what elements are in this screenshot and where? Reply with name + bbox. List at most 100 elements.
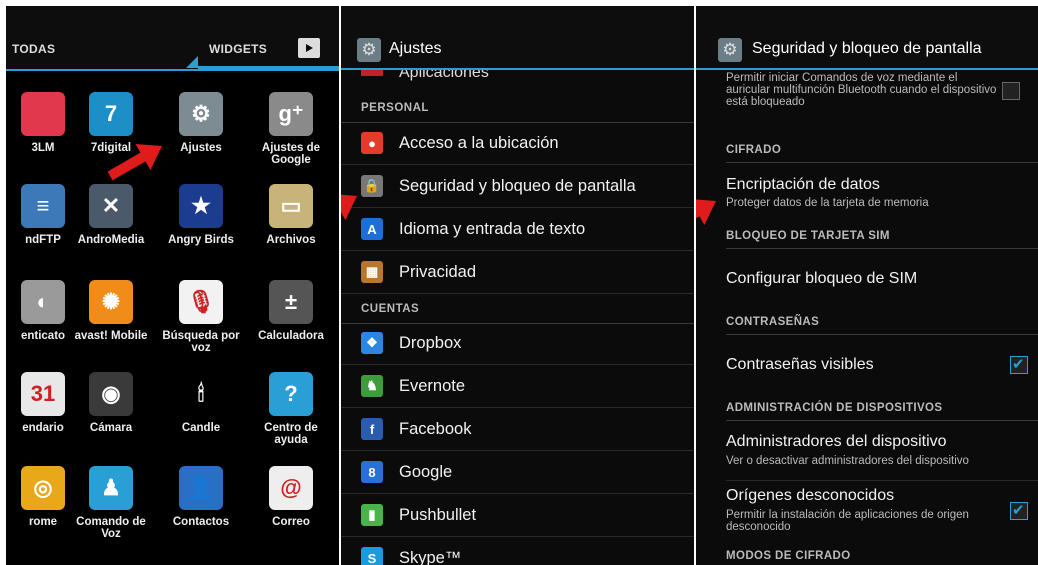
- settings-item-label: Seguridad y bloqueo de pantalla: [399, 176, 636, 195]
- security-screen: ⚙ Seguridad y bloqueo de pantalla Permit…: [696, 6, 1038, 565]
- help-icon: ?: [269, 372, 313, 416]
- app-archive-box[interactable]: ▭ Archivos: [246, 184, 336, 246]
- calculator-icon: ±: [269, 280, 313, 324]
- calendar-icon: 31: [21, 372, 65, 416]
- app-angry-birds[interactable]: ★ Angry Birds: [156, 184, 246, 246]
- voice-command-lock-setting[interactable]: Permitir iniciar Comandos de voz mediant…: [726, 72, 998, 108]
- app-avast[interactable]: ✺ avast! Mobile: [66, 280, 156, 342]
- candle-icon: 🕯: [179, 372, 223, 416]
- play-store-icon[interactable]: [298, 38, 320, 58]
- settings-item-skype[interactable]: S Skype™: [341, 537, 694, 565]
- app-label: Contactos: [172, 516, 230, 528]
- angry-birds-icon: ★: [179, 184, 223, 228]
- settings-item-language[interactable]: A Idioma y entrada de texto: [341, 208, 694, 251]
- visible-passwords-setting[interactable]: Contraseñas visibles: [726, 356, 1028, 374]
- pushbullet-icon: ▮: [361, 504, 383, 526]
- encrypt-data-setting[interactable]: Encriptación de datos Proteger datos de …: [726, 176, 1028, 209]
- seven-digital-icon: 7: [89, 92, 133, 136]
- app-camera[interactable]: ◉ Cámara: [66, 372, 156, 434]
- accounts-list: ❖ Dropbox ♞ Evernote f Facebook 8 Google ▮ Pushbu…: [341, 322, 694, 565]
- section-device-admin: ADMINISTRACIÓN DE DISPOSITIVOS: [726, 402, 1038, 421]
- visible-passwords-title: Contraseñas visibles: [726, 356, 874, 373]
- archive-box-icon: ▭: [269, 184, 313, 228]
- app-andromedia[interactable]: ✕ AndroMedia: [66, 184, 156, 246]
- evernote-icon: ♞: [361, 375, 383, 397]
- unknown-sources-setting[interactable]: Orígenes desconocidos Permitir la instal…: [726, 487, 988, 533]
- lock-icon: 🔒: [361, 175, 383, 197]
- ftp-icon: ≡: [21, 184, 65, 228]
- mail-icon: @: [269, 466, 313, 510]
- app-voice-command[interactable]: ♟ Comando de Voz: [66, 466, 156, 540]
- authenticator-icon: ◐: [21, 280, 65, 324]
- app-label: Angry Birds: [168, 234, 234, 246]
- settings-item-lock[interactable]: 🔒 Seguridad y bloqueo de pantalla: [341, 165, 694, 208]
- device-admins-setting[interactable]: Administradores del dispositivo Ver o de…: [726, 433, 1038, 467]
- skype-icon: S: [361, 547, 383, 565]
- app-mail[interactable]: @ Correo: [246, 466, 336, 528]
- app-google-settings[interactable]: g⁺ Ajustes de Google: [246, 92, 336, 166]
- settings-item-label: Google: [399, 462, 453, 481]
- voice-command-desc: Permitir iniciar Comandos de voz mediant…: [726, 72, 997, 108]
- settings-item-label: Skype™: [399, 548, 462, 565]
- sim-lock-setting[interactable]: Configurar bloqueo de SIM: [726, 270, 1028, 288]
- app-settings-gear[interactable]: ⚙ Ajustes: [156, 92, 246, 154]
- settings-gear-icon: ⚙: [718, 38, 742, 62]
- tab-todas[interactable]: TODAS: [12, 42, 55, 56]
- visible-passwords-checkbox[interactable]: [1010, 355, 1028, 374]
- section-personal: PERSONAL: [341, 102, 694, 123]
- camera-icon: ◉: [89, 372, 133, 416]
- settings-item-privacy[interactable]: ▦ Privacidad: [341, 251, 694, 294]
- app-label: Archivos: [266, 234, 316, 246]
- settings-item-label: Idioma y entrada de texto: [399, 219, 586, 238]
- google-icon: 8: [361, 461, 383, 483]
- unknown-sources-checkbox[interactable]: [1010, 501, 1028, 520]
- app-help[interactable]: ? Centro de ayuda: [246, 372, 336, 446]
- personal-list: ● Acceso a la ubicación 🔒 Seguridad y bloqu…: [341, 122, 694, 294]
- tab-underline: [198, 66, 339, 70]
- privacy-icon: ▦: [361, 261, 383, 283]
- voice-search-icon: 🎙: [179, 280, 223, 324]
- settings-item-evernote[interactable]: ♞ Evernote: [341, 365, 694, 408]
- settings-item-label: Privacidad: [399, 262, 477, 281]
- settings-item-google[interactable]: 8 Google: [341, 451, 694, 494]
- section-cuentas: CUENTAS: [341, 303, 694, 324]
- settings-item-label: Evernote: [399, 376, 466, 395]
- app-calculator[interactable]: ± Calculadora: [246, 280, 336, 342]
- app-voice-search[interactable]: 🎙 Búsqueda por voz: [156, 280, 246, 354]
- flower-icon: [21, 92, 65, 136]
- encrypt-subtitle: Proteger datos de la tarjeta de memoria: [726, 197, 929, 209]
- settings-item-location[interactable]: ● Acceso a la ubicación: [341, 122, 694, 165]
- sim-lock-title: Configurar bloqueo de SIM: [726, 270, 918, 287]
- settings-item-label: Acceso a la ubicación: [399, 133, 559, 152]
- voice-command-checkbox[interactable]: [1002, 82, 1020, 100]
- contacts-icon: 👤: [179, 466, 223, 510]
- security-title: Seguridad y bloqueo de pantalla: [752, 40, 982, 57]
- settings-item-label: Pushbullet: [399, 505, 477, 524]
- partial-item-aplicaciones[interactable]: Aplicaciones: [341, 70, 694, 84]
- location-icon: ●: [361, 132, 383, 154]
- settings-screen: ⚙ Ajustes Aplicaciones PERSONAL ● Acceso …: [341, 6, 694, 565]
- device-admins-subtitle: Ver o desactivar administradores del dis…: [726, 455, 969, 467]
- app-drawer-tabbar: TODAS WIDGETS: [6, 6, 339, 71]
- avast-icon: ✺: [89, 280, 133, 324]
- settings-item-pushbullet[interactable]: ▮ Pushbullet: [341, 494, 694, 537]
- unknown-sources-title: Orígenes desconocidos: [726, 487, 895, 504]
- settings-item-dropbox[interactable]: ❖ Dropbox: [341, 322, 694, 365]
- settings-gear-icon: ⚙: [179, 92, 223, 136]
- section-sim: BLOQUEO DE TARJETA SIM: [726, 230, 1038, 249]
- encrypt-title: Encriptación de datos: [726, 176, 880, 193]
- google-settings-icon: g⁺: [269, 92, 313, 136]
- partial-item-label: Aplicaciones: [399, 70, 489, 81]
- settings-title: Ajustes: [389, 40, 442, 57]
- app-contacts[interactable]: 👤 Contactos: [156, 466, 246, 528]
- app-grid: 3LM 7 7digital ⚙ Ajustes g⁺ Ajustes de Google ≡…: [6, 72, 339, 565]
- app-label: Búsqueda por voz: [162, 330, 240, 354]
- red-arrow-icon: [696, 188, 723, 244]
- app-candle[interactable]: 🕯 Candle: [156, 372, 246, 434]
- tab-indicator: [186, 56, 198, 68]
- facebook-icon: f: [361, 418, 383, 440]
- app-label: Calculadora: [258, 330, 324, 342]
- tab-widgets[interactable]: WIDGETS: [209, 42, 267, 56]
- dropbox-icon: ❖: [361, 332, 383, 354]
- settings-item-facebook[interactable]: f Facebook: [341, 408, 694, 451]
